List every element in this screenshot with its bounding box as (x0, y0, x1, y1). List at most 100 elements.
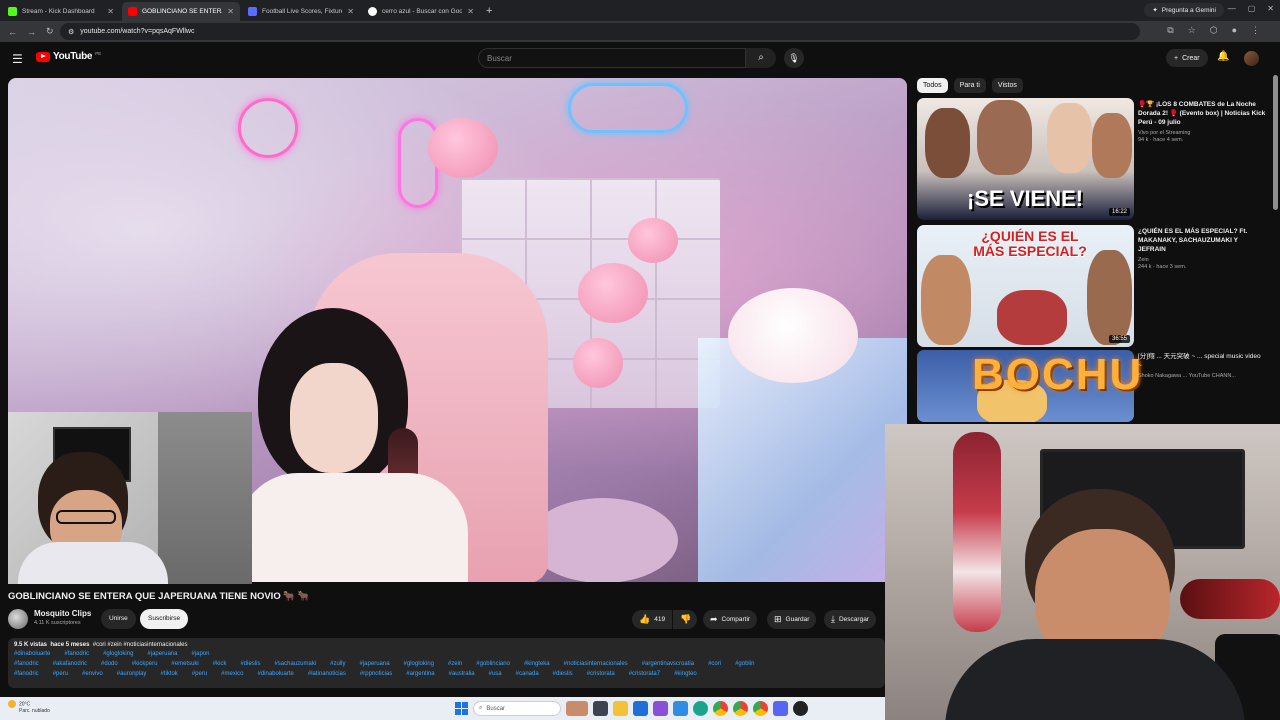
hashtag-link[interactable]: #dodo (101, 659, 118, 669)
top-hashtags[interactable]: #cori #zein #noticiasinternacionales (93, 642, 188, 648)
hashtag-link[interactable]: #japon (191, 649, 209, 659)
hashtag-link[interactable]: #argentina (406, 669, 434, 679)
notifications-bell-icon[interactable]: 🔔 (1217, 51, 1229, 62)
app-icon[interactable] (653, 701, 668, 716)
join-button[interactable]: Unirse (101, 609, 136, 629)
forward-icon[interactable]: → (27, 27, 36, 37)
hashtag-link[interactable]: #glogloking (103, 649, 133, 659)
recommendation-item[interactable]: BOCHU [分]翔 ... 天元突破 ~ ... special music … (917, 350, 1267, 422)
close-tab-icon[interactable]: ✕ (227, 7, 234, 16)
windows-start-icon[interactable] (455, 702, 468, 715)
hashtag-link[interactable]: #kingteo (674, 669, 697, 679)
hashtag-link[interactable]: #peru (192, 669, 207, 679)
account-avatar[interactable] (1244, 51, 1259, 66)
close-tab-icon[interactable]: ✕ (107, 7, 114, 16)
hashtag-link[interactable]: #canada (516, 669, 539, 679)
hashtag-link[interactable]: #usa (489, 669, 502, 679)
video-thumbnail[interactable]: ¿QUIÉN ES EL MÁS ESPECIAL? 36:55 (917, 225, 1134, 347)
hashtag-link[interactable]: #mexico (221, 669, 243, 679)
bookmark-star-icon[interactable]: ☆ (1188, 25, 1196, 36)
new-tab-button[interactable]: + (486, 5, 492, 17)
chrome-icon[interactable] (753, 701, 768, 716)
hashtag-link[interactable]: #akafanodric (53, 659, 87, 669)
hashtag-link[interactable]: #zully (330, 659, 345, 669)
hashtag-link[interactable]: #japeruana (147, 649, 177, 659)
store-icon[interactable] (633, 701, 648, 716)
browser-tab[interactable]: cerro azul - Buscar con Google ✕ (362, 2, 480, 21)
close-tab-icon[interactable]: ✕ (467, 7, 474, 16)
recommendation-title[interactable]: 🥊🏆 ¡LOS 8 COMBATES de La Noche Dorada 2!… (1138, 100, 1266, 127)
hashtag-link[interactable]: #cori (708, 659, 721, 669)
hashtag-link[interactable]: #japeruana (360, 659, 390, 669)
discord-icon[interactable] (773, 701, 788, 716)
hashtag-link[interactable]: #tiktok (160, 669, 177, 679)
video-thumbnail[interactable]: ¡SE VIENE! 16:22 (917, 98, 1134, 220)
menu-dots-icon[interactable]: ⋮ (1251, 25, 1260, 36)
hashtag-link[interactable]: #latinanoticias (308, 669, 346, 679)
extensions-icon[interactable]: ⬡ (1210, 25, 1218, 36)
chrome-icon[interactable] (733, 701, 748, 716)
taskbar-search[interactable]: ⌕ Buscar (473, 701, 561, 716)
recommendation-channel[interactable]: Shoko Nakagawa ... YouTube CHANN... (1138, 373, 1266, 379)
browser-tab[interactable]: Football Live Scores, Fixtures & ✕ (242, 2, 360, 21)
widget-thumbnail-icon[interactable] (566, 701, 588, 716)
hashtag-link[interactable]: #fanodric (14, 659, 39, 669)
browser-tab[interactable]: Stream - Kick Dashboard ✕ (2, 2, 120, 21)
hashtag-link[interactable]: #zein (448, 659, 462, 669)
voice-search-button[interactable]: 🎙 (784, 48, 804, 68)
edge-icon[interactable] (693, 701, 708, 716)
download-button[interactable]: ⤓ Descargar (824, 610, 876, 629)
dislike-button[interactable]: 👎 (673, 610, 697, 629)
share-button[interactable]: ➦ Compartir (703, 610, 758, 629)
minimize-icon[interactable]: — (1228, 4, 1236, 13)
chip-todos[interactable]: Todos (917, 78, 948, 93)
hashtag-link[interactable]: #kickperu (132, 659, 158, 669)
recommendation-item[interactable]: ¿QUIÉN ES EL MÁS ESPECIAL? 36:55 ¿QUIÉN … (917, 225, 1267, 347)
hashtag-link[interactable]: #sachauzumaki (274, 659, 316, 669)
close-tab-icon[interactable]: ✕ (347, 7, 354, 16)
hashtag-link[interactable]: #emetsuki (171, 659, 198, 669)
hashtag-link[interactable]: #kingteka (524, 659, 550, 669)
recommendation-title[interactable]: ¿QUIÉN ES EL MÁS ESPECIAL? Ft. MAKANAKY,… (1138, 227, 1266, 254)
hashtag-link[interactable]: #dinaboluarte (257, 669, 293, 679)
recommendation-title[interactable]: [分]翔 ... 天元突破 ~ ... special music video … (1138, 352, 1266, 370)
hashtag-link[interactable]: #kick (213, 659, 227, 669)
gemini-button[interactable]: ✦ Pregunta a Gemini (1144, 3, 1224, 17)
hashtag-link[interactable]: #cristorata (587, 669, 615, 679)
chip-vistos[interactable]: Vistos (991, 78, 1023, 93)
search-input[interactable]: Buscar (478, 48, 746, 68)
hashtag-link[interactable]: #dinaboluarte (14, 649, 50, 659)
weather-widget[interactable]: 20°C Parc. nublado (8, 700, 50, 714)
hashtag-link[interactable]: #goblin (735, 659, 754, 669)
hashtag-link[interactable]: #peru (53, 669, 68, 679)
channel-name[interactable]: Mosquito Clips (34, 609, 91, 618)
subscribe-button[interactable]: Suscribirse (140, 609, 189, 629)
cast-icon[interactable]: ⧉ (1167, 25, 1173, 36)
hashtag-link[interactable]: #glogloking (404, 659, 434, 669)
hashtag-link[interactable]: #dieslis (553, 669, 573, 679)
obs-icon[interactable] (793, 701, 808, 716)
hashtag-link[interactable]: #fanodric (64, 649, 89, 659)
hashtag-link[interactable]: #noticiasinternacionales (564, 659, 628, 669)
maximize-icon[interactable]: ▢ (1248, 4, 1256, 13)
youtube-logo[interactable]: YouTube PE (36, 51, 101, 62)
create-button[interactable]: + Crear (1166, 49, 1208, 67)
description-box[interactable]: 9.5 K vistas hace 5 meses #cori #zein #n… (8, 638, 885, 688)
close-window-icon[interactable]: ✕ (1267, 4, 1274, 13)
task-view-icon[interactable] (593, 701, 608, 716)
hashtag-link[interactable]: #auronplay (117, 669, 147, 679)
hashtag-link[interactable]: #cristorata7 (629, 669, 660, 679)
browser-tab-active[interactable]: GOBLINCIANO SE ENTERA ✕ (122, 2, 240, 21)
file-explorer-icon[interactable] (613, 701, 628, 716)
profile-icon[interactable]: ● (1232, 25, 1237, 36)
reload-icon[interactable]: ↻ (46, 26, 54, 37)
save-button[interactable]: ⊞ Guardar (767, 610, 817, 629)
hashtag-link[interactable]: #envivo (82, 669, 103, 679)
photos-icon[interactable] (673, 701, 688, 716)
back-icon[interactable]: ← (8, 27, 17, 37)
recommendation-item[interactable]: ¡SE VIENE! 16:22 🥊🏆 ¡LOS 8 COMBATES de L… (917, 98, 1267, 220)
recommendation-channel[interactable]: Zein (1138, 257, 1266, 263)
recommendation-channel[interactable]: Vivo por el Streaming (1138, 130, 1266, 136)
address-bar[interactable]: ⚙ youtube.com/watch?v=pqsAqFWllwc (60, 23, 1140, 40)
chrome-icon[interactable] (713, 701, 728, 716)
